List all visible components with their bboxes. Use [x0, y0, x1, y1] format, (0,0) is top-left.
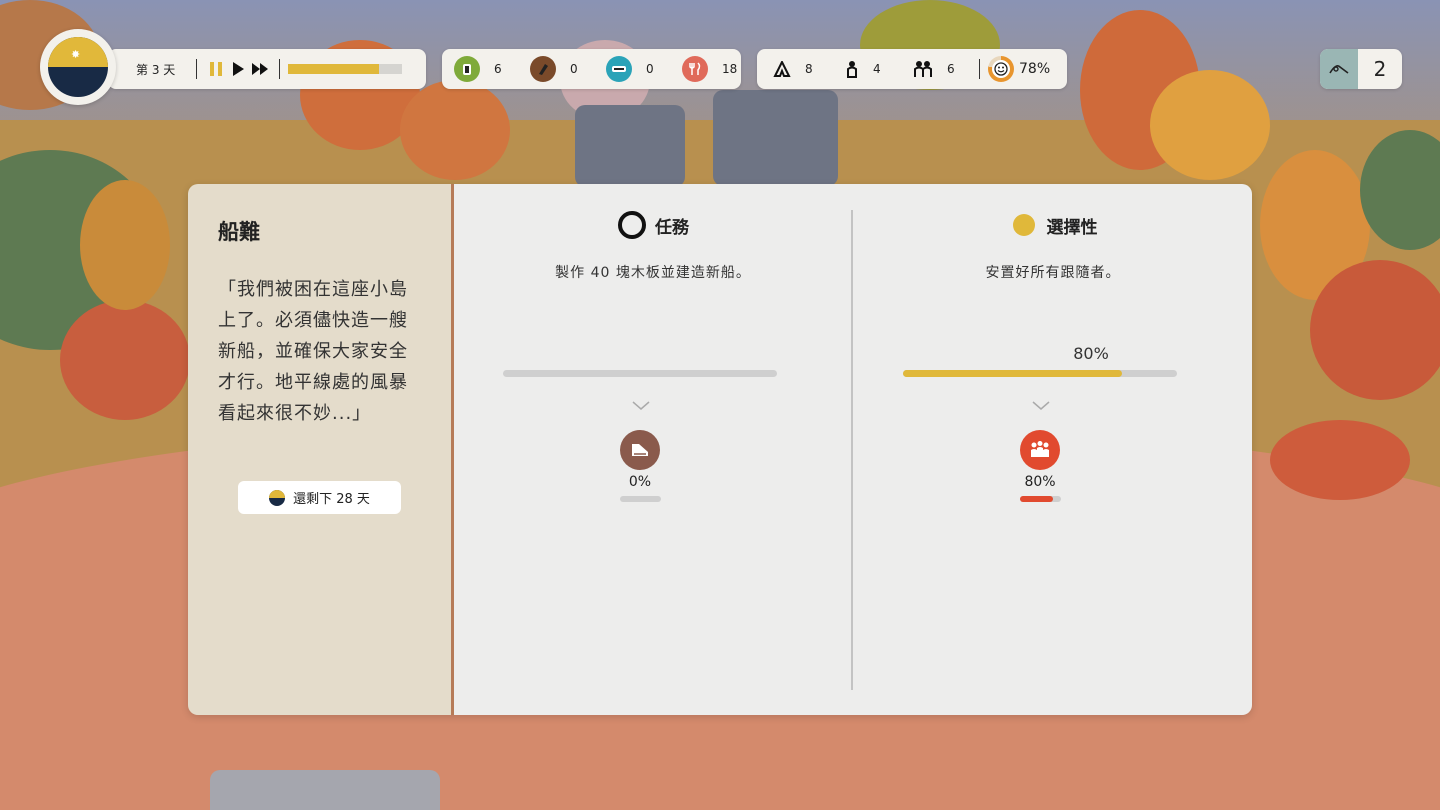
- smiley-icon: [994, 62, 1008, 76]
- play-icon: [233, 62, 244, 76]
- main-goal-label: 任務: [655, 217, 689, 238]
- family-icon: [914, 61, 932, 77]
- tool-icon: [1329, 65, 1349, 74]
- families-stat[interactable]: 6: [913, 60, 971, 78]
- happiness-ring: [988, 56, 1014, 82]
- optional-goal-description: 安置好所有跟隨者。: [985, 265, 1121, 281]
- workers-stat[interactable]: 4: [845, 60, 897, 78]
- divider: [196, 59, 197, 79]
- main-goal-progress-bar: [503, 370, 777, 377]
- chevron-down-icon: [1032, 401, 1050, 410]
- pause-button[interactable]: [205, 58, 227, 80]
- main-subtask-percent: 0%: [628, 474, 652, 490]
- meals-stat[interactable]: 18: [682, 56, 746, 82]
- day-progress-fill: [288, 64, 380, 74]
- optional-subtask-percent: 80%: [1024, 474, 1056, 490]
- food-stock-icon: [454, 56, 480, 82]
- tree: [1310, 260, 1440, 400]
- main-subtask-progress-bar: [620, 496, 661, 502]
- goals-area: 任務 製作 40 塊木板並建造新船。 0% 選擇性 安置好所有跟隨者。 80%: [454, 184, 1252, 715]
- tents-stat[interactable]: 8: [773, 61, 829, 77]
- pause-icon: [210, 62, 222, 76]
- workers-count: 4: [873, 62, 881, 76]
- day-progress-bar: [288, 64, 402, 74]
- optional-subtask-progress-fill: [1020, 496, 1053, 502]
- meals-count: 18: [722, 62, 738, 76]
- optional-goal-progress-bar: [903, 370, 1177, 377]
- happiness-value: 78%: [1019, 61, 1051, 77]
- divider: [979, 59, 980, 79]
- happiness-stat[interactable]: 78%: [988, 56, 1050, 82]
- tents-count: 8: [805, 62, 813, 76]
- sun-icon: ✸: [71, 48, 81, 61]
- goal-divider: [851, 210, 853, 690]
- tree: [400, 80, 510, 180]
- optional-goal: 選擇性 安置好所有跟隨者。 80% 80%: [854, 184, 1252, 715]
- divider: [279, 59, 280, 79]
- main-goal-heading: 任務: [454, 210, 852, 240]
- rock: [210, 770, 440, 810]
- boat-icon: [632, 444, 648, 456]
- families-count: 6: [947, 62, 955, 76]
- days-remaining-text: 還剩下 28 天: [293, 492, 370, 507]
- time-control-bar: 第 3 天: [108, 49, 426, 89]
- tree: [1150, 70, 1270, 180]
- alert-counter[interactable]: 2: [1320, 49, 1402, 89]
- optional-goal-percent: 80%: [1073, 344, 1109, 363]
- rock: [575, 105, 685, 187]
- optional-goal-dot-icon: [1012, 214, 1035, 236]
- followers-icon: [1031, 441, 1049, 457]
- meals-icon: [682, 56, 708, 82]
- optional-goal-label: 選擇性: [1046, 217, 1098, 238]
- food-stock-count: 6: [494, 62, 502, 76]
- resource-bar: 6 0 0 18: [442, 49, 741, 89]
- tool-icon-cell: [1320, 49, 1358, 89]
- main-goal-description: 製作 40 塊木板並建造新船。: [555, 265, 751, 281]
- main-goal: 任務 製作 40 塊木板並建造新船。 0%: [454, 184, 852, 715]
- tent-icon: [773, 61, 791, 77]
- tree: [1270, 420, 1410, 500]
- wood-icon: [530, 56, 556, 82]
- optional-goal-progress-fill: [903, 370, 1123, 377]
- play-button[interactable]: [227, 58, 249, 80]
- scenario-title: 船難: [218, 220, 260, 244]
- scenario-description: 「我們被困在這座小島上了。必須儘快造一艘新船，並確保大家安全才行。地平線處的風暴…: [218, 279, 408, 424]
- chevron-down-icon: [632, 401, 650, 410]
- story-column: 船難 「我們被困在這座小島上了。必須儘快造一艘新船，並確保大家安全才行。地平線處…: [188, 184, 451, 715]
- scenario-panel: 船難 「我們被困在這座小島上了。必須儘快造一艘新船，並確保大家安全才行。地平線處…: [188, 184, 1252, 715]
- alert-count: 2: [1373, 57, 1387, 81]
- wood-stat[interactable]: 0: [530, 56, 594, 82]
- planks-stat[interactable]: 0: [606, 56, 670, 82]
- day-counter: 第 3 天: [136, 62, 176, 77]
- days-remaining-badge: 還剩下 28 天: [238, 481, 401, 514]
- tree: [60, 300, 190, 420]
- optional-goal-heading: 選擇性: [854, 210, 1252, 240]
- planks-count: 0: [646, 62, 654, 76]
- wood-count: 0: [570, 62, 578, 76]
- day-night-mini-icon: [269, 489, 286, 506]
- day-night-dial[interactable]: ✸: [40, 29, 116, 105]
- optional-subtask-progress-bar: [1020, 496, 1061, 502]
- planks-icon: [606, 56, 632, 82]
- population-bar: 8 4 6 78%: [757, 49, 1067, 89]
- day-night-face: ✸: [48, 37, 108, 97]
- food-stock-stat[interactable]: 6: [454, 56, 518, 82]
- followers-task-icon[interactable]: [1020, 430, 1060, 470]
- rock: [713, 90, 838, 186]
- tree: [80, 180, 170, 310]
- fast-forward-icon: [252, 63, 268, 75]
- main-goal-ring-icon: [618, 211, 646, 239]
- fast-forward-button[interactable]: [249, 58, 271, 80]
- boat-task-icon[interactable]: [620, 430, 660, 470]
- worker-icon: [847, 61, 857, 78]
